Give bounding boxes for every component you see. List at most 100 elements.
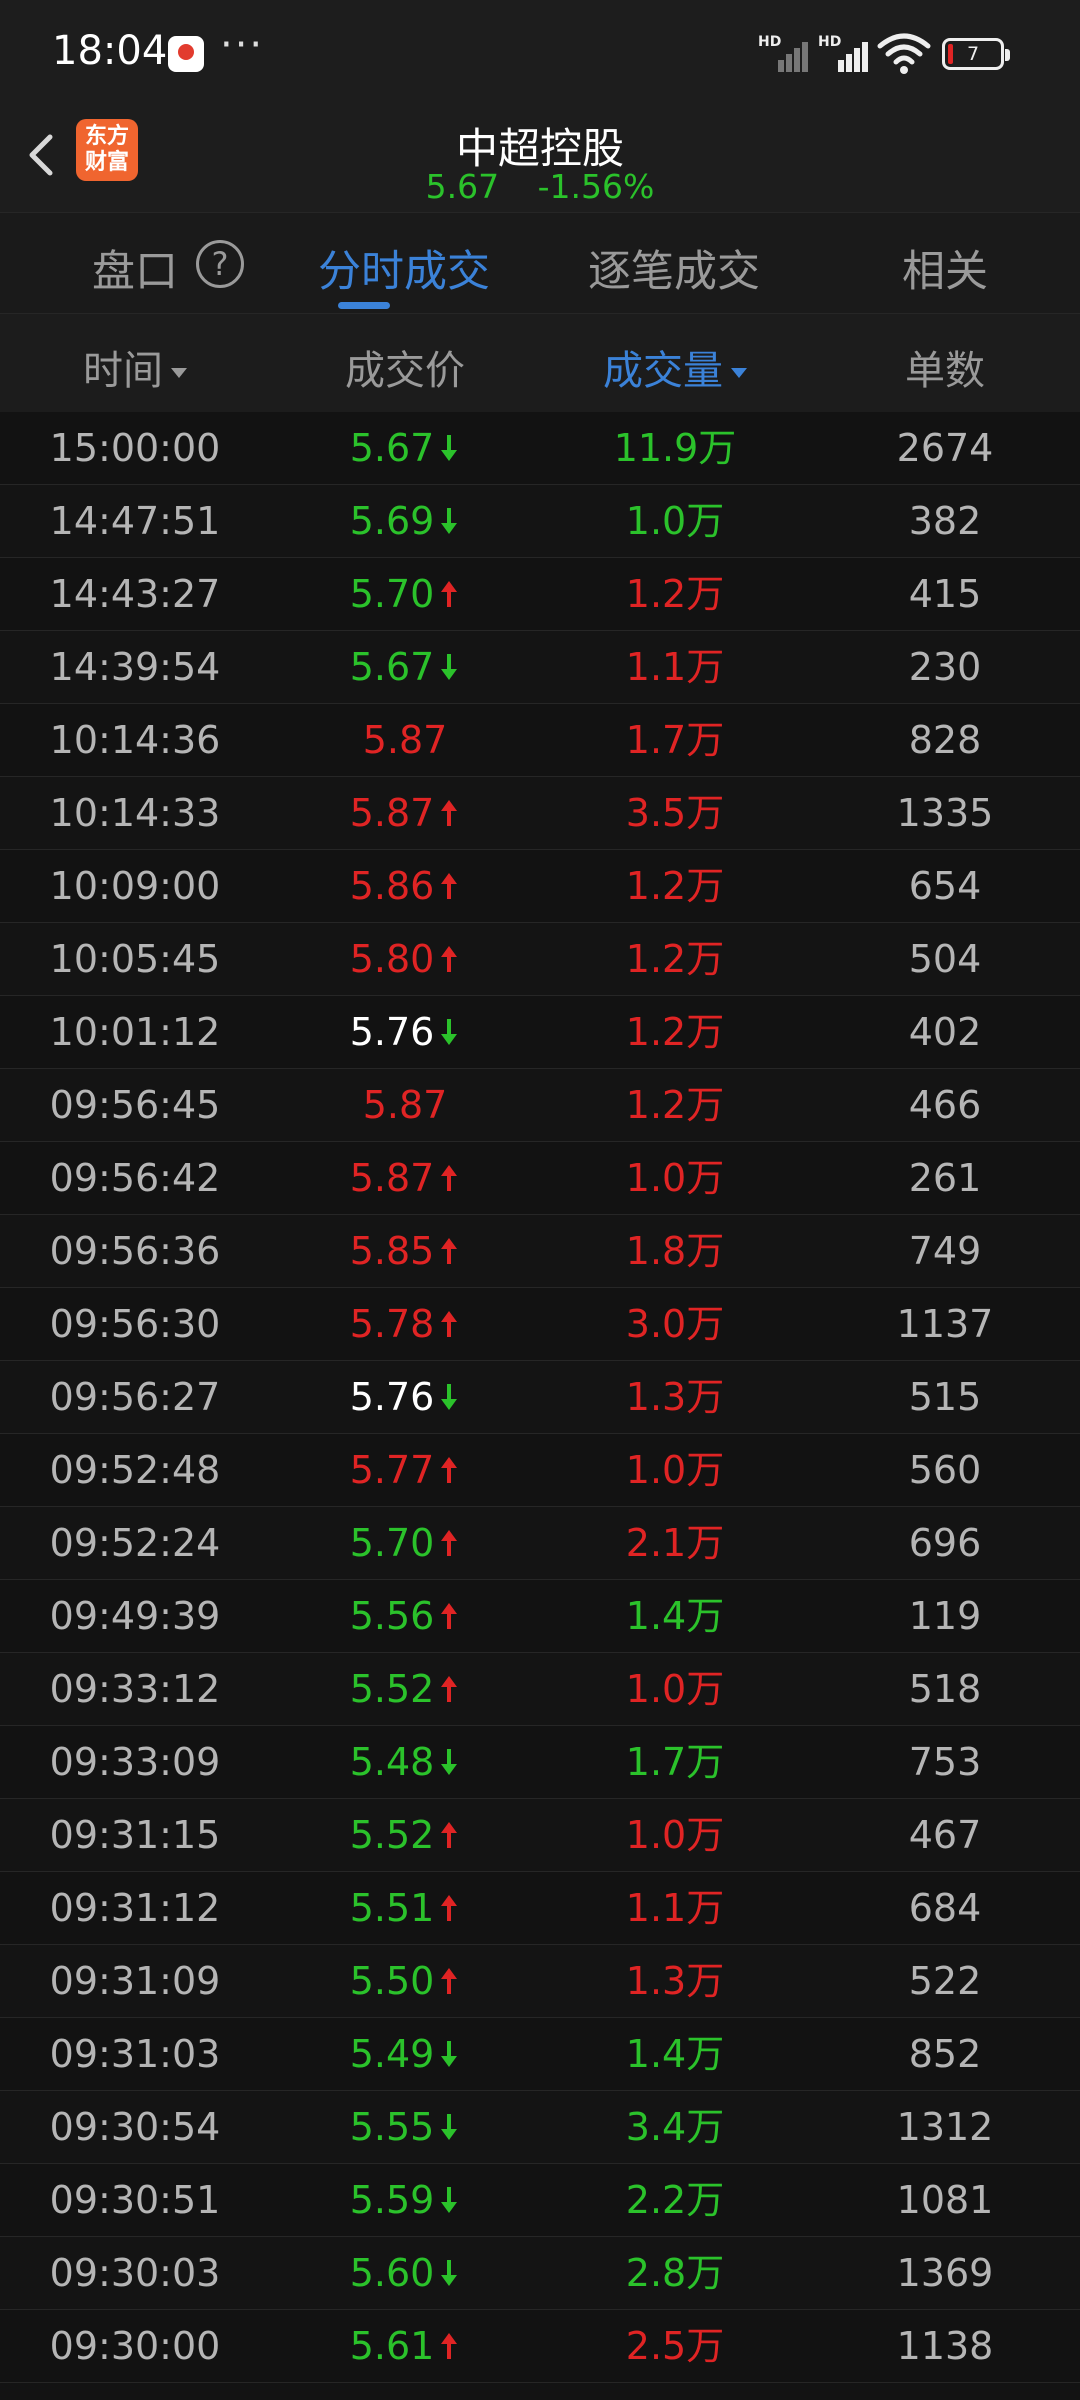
trade-price-cell: 5.87 <box>270 1069 540 1141</box>
column-header-row: 时间 成交价 成交量 单数 <box>0 314 1080 412</box>
trade-count: 522 <box>908 1959 982 2003</box>
trade-price-cell: 5.80 <box>270 923 540 995</box>
table-row: 09:56:45 5.87 1.2万 466 <box>0 1069 1080 1142</box>
trade-volume: 1.2万 <box>625 572 725 616</box>
signal-hd-label: HD <box>758 34 782 50</box>
trade-price: 5.52 <box>349 1667 435 1711</box>
table-row: 09:31:09 5.50 1.3万 522 <box>0 1945 1080 2018</box>
table-row: 14:43:27 5.70 1.2万 415 <box>0 558 1080 631</box>
trade-volume: 2.8万 <box>625 2251 725 2295</box>
table-row: 09:52:24 5.70 2.1万 696 <box>0 1507 1080 1580</box>
up-arrow-icon <box>438 797 460 829</box>
trade-volume: 1.0万 <box>625 1667 725 1711</box>
up-arrow-icon <box>438 1527 460 1559</box>
trade-volume: 2.5万 <box>625 2324 725 2368</box>
up-arrow-icon <box>438 1819 460 1851</box>
column-header-time[interactable]: 时间 <box>0 338 270 396</box>
trade-count: 119 <box>908 1594 982 1638</box>
up-arrow-icon <box>438 1162 460 1194</box>
tab-related[interactable]: 相关 <box>902 237 988 299</box>
trade-volume: 1.0万 <box>625 499 725 543</box>
trade-price: 5.51 <box>349 1886 435 1930</box>
table-row: 10:14:36 5.87 1.7万 828 <box>0 704 1080 777</box>
up-arrow-icon <box>438 578 460 610</box>
trades-list[interactable]: 15:00:00 5.67 11.9万 2674 14:47:51 5.69 1.0万 382… <box>0 412 1080 2383</box>
stock-quote: 5.67 -1.56% <box>0 167 1080 206</box>
tab-bar: 盘口 ? 分时成交 逐笔成交 相关 <box>0 212 1080 314</box>
trade-price: 5.49 <box>349 2032 435 2076</box>
trade-price-cell: 5.85 <box>270 1215 540 1287</box>
table-row: 09:33:12 5.52 1.0万 518 <box>0 1653 1080 1726</box>
wifi-icon <box>877 33 931 74</box>
cellular-signal-icon: HD <box>758 34 808 72</box>
trade-time: 10:05:45 <box>49 937 221 981</box>
trade-price-cell: 5.48 <box>270 1726 540 1798</box>
table-row: 09:49:39 5.56 1.4万 119 <box>0 1580 1080 1653</box>
trade-count: 2674 <box>896 426 994 470</box>
up-arrow-icon <box>438 1892 460 1924</box>
column-header-volume[interactable]: 成交量 <box>540 338 810 396</box>
column-header-count: 单数 <box>810 338 1080 396</box>
table-row: 14:47:51 5.69 1.0万 382 <box>0 485 1080 558</box>
trade-count: 749 <box>908 1229 982 1273</box>
up-arrow-icon <box>438 1308 460 1340</box>
status-time: 18:04 <box>52 28 168 74</box>
up-arrow-icon <box>438 870 460 902</box>
trade-time: 09:52:48 <box>49 1448 221 1492</box>
trade-count: 828 <box>908 718 982 762</box>
down-arrow-icon <box>438 2257 460 2289</box>
table-row: 09:56:27 5.76 1.3万 515 <box>0 1361 1080 1434</box>
table-row: 09:33:09 5.48 1.7万 753 <box>0 1726 1080 1799</box>
trade-volume: 1.2万 <box>625 937 725 981</box>
sort-caret-icon <box>731 368 747 378</box>
trade-volume: 1.1万 <box>625 1886 725 1930</box>
trade-volume: 1.2万 <box>625 1083 725 1127</box>
trade-volume: 1.4万 <box>625 2032 725 2076</box>
trade-price: 5.69 <box>349 499 435 543</box>
table-row: 09:31:15 5.52 1.0万 467 <box>0 1799 1080 1872</box>
down-arrow-icon <box>438 2184 460 2216</box>
trade-time: 09:56:36 <box>49 1229 221 1273</box>
tab-time-trades[interactable]: 分时成交 <box>318 237 490 299</box>
trade-price: 5.48 <box>349 1740 435 1784</box>
trade-count: 1137 <box>896 1302 994 1346</box>
trade-price: 5.50 <box>349 1959 435 2003</box>
trade-count: 684 <box>908 1886 982 1930</box>
trade-price-cell: 5.77 <box>270 1434 540 1506</box>
table-row: 09:31:03 5.49 1.4万 852 <box>0 2018 1080 2091</box>
trade-price: 5.70 <box>349 1521 435 1565</box>
trade-volume: 1.2万 <box>625 864 725 908</box>
trade-volume: 2.1万 <box>625 1521 725 1565</box>
trade-price: 5.59 <box>349 2178 435 2222</box>
trade-count: 753 <box>908 1740 982 1784</box>
trade-price-cell: 5.69 <box>270 485 540 557</box>
sort-caret-icon <box>171 368 187 378</box>
trade-volume: 1.7万 <box>625 718 725 762</box>
trade-time: 09:31:12 <box>49 1886 221 1930</box>
trade-price-cell: 5.87 <box>270 777 540 849</box>
column-header-volume-label: 成交量 <box>603 348 723 394</box>
table-row: 10:05:45 5.80 1.2万 504 <box>0 923 1080 996</box>
tab-tick-trades[interactable]: 逐笔成交 <box>588 237 760 299</box>
trade-price: 5.76 <box>349 1375 435 1419</box>
notification-app-icon <box>168 36 204 72</box>
trade-volume: 1.3万 <box>625 1375 725 1419</box>
table-row: 15:00:00 5.67 11.9万 2674 <box>0 412 1080 485</box>
trade-price-cell: 5.76 <box>270 996 540 1068</box>
up-arrow-icon <box>438 1600 460 1632</box>
tab-orderbook[interactable]: 盘口 <box>92 237 178 299</box>
trade-count: 1369 <box>896 2251 994 2295</box>
help-icon[interactable]: ? <box>196 240 244 288</box>
trade-price: 5.61 <box>349 2324 435 2368</box>
trade-count: 1312 <box>896 2105 994 2149</box>
trade-price: 5.77 <box>349 1448 435 1492</box>
battery-icon: 7 <box>942 38 1010 70</box>
table-row: 09:52:48 5.77 1.0万 560 <box>0 1434 1080 1507</box>
trade-price: 5.85 <box>349 1229 435 1273</box>
trade-price-cell: 5.70 <box>270 1507 540 1579</box>
up-arrow-icon <box>438 943 460 975</box>
trade-price-cell: 5.87 <box>270 704 540 776</box>
down-arrow-icon <box>438 505 460 537</box>
down-arrow-icon <box>438 2111 460 2143</box>
trade-price-cell: 5.76 <box>270 1361 540 1433</box>
